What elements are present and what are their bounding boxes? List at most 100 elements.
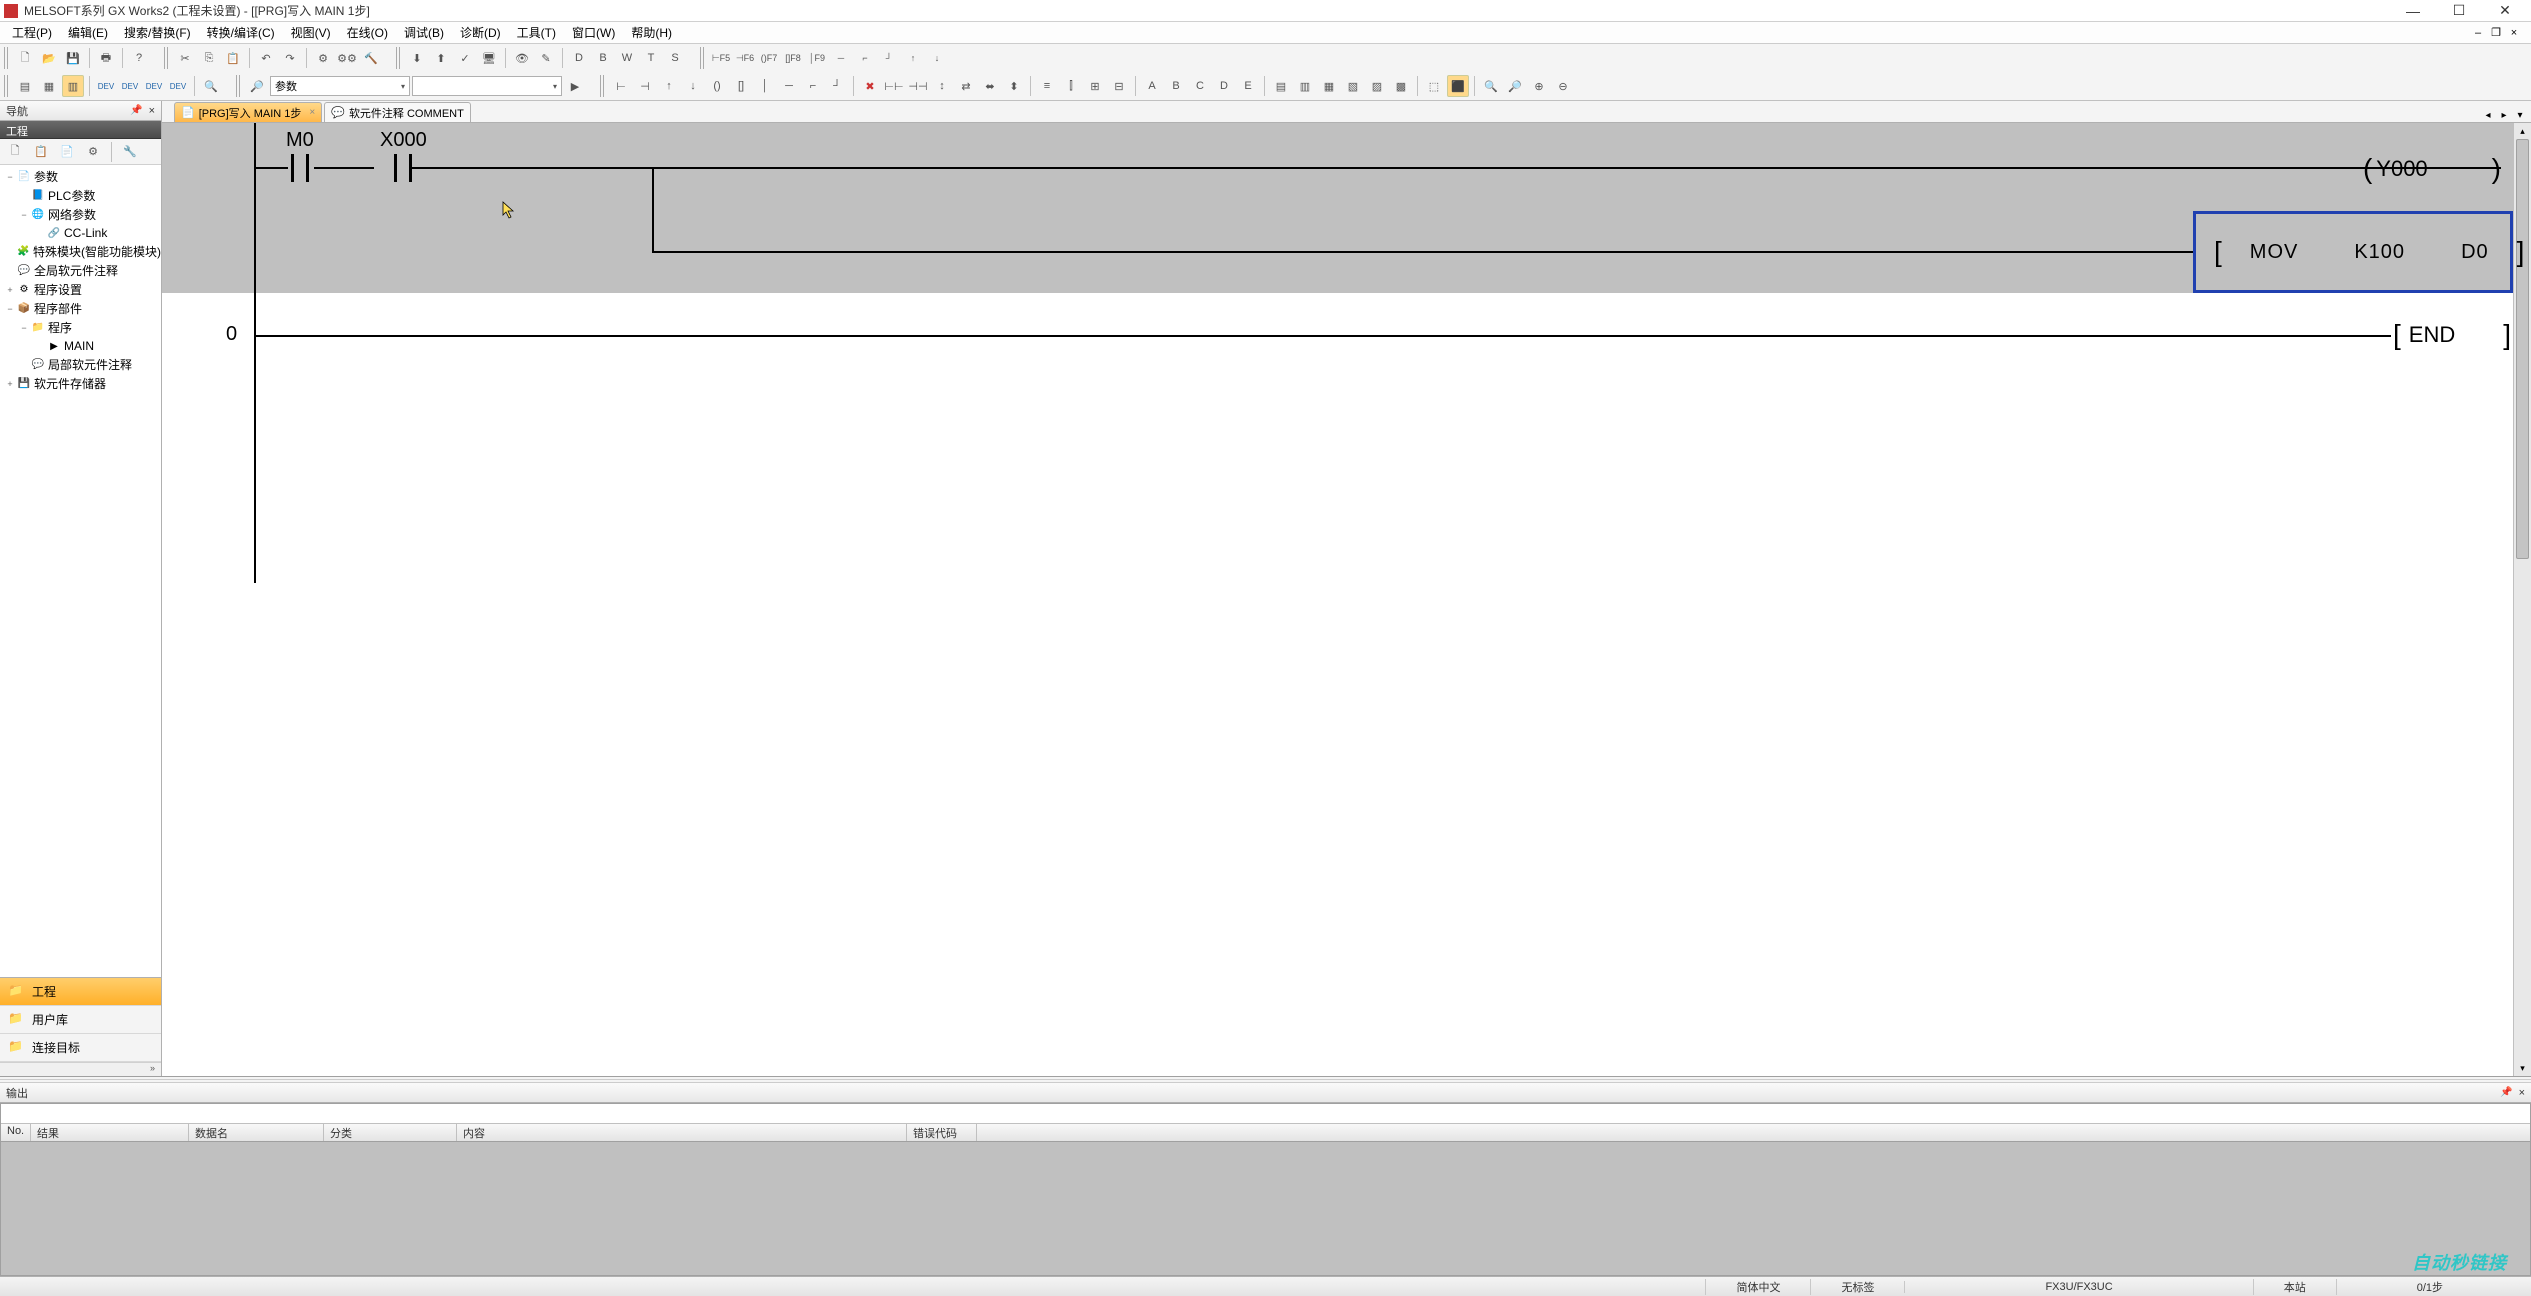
le-icon[interactable]: []: [730, 75, 752, 97]
output-column-header[interactable]: 数据名: [189, 1124, 324, 1141]
le-icon[interactable]: E: [1237, 75, 1259, 97]
le-icon[interactable]: ✖: [859, 75, 881, 97]
toolbar-grip[interactable]: [396, 47, 401, 69]
le-icon[interactable]: ⬍: [1003, 75, 1025, 97]
le-icon[interactable]: ⊕: [1528, 75, 1550, 97]
menu-project[interactable]: 工程(P): [4, 22, 60, 43]
le-icon[interactable]: ⫿: [1060, 75, 1082, 97]
compile-icon[interactable]: ⚙: [312, 47, 334, 69]
le-icon[interactable]: ⊟: [1108, 75, 1130, 97]
le-icon[interactable]: ↓: [682, 75, 704, 97]
tree-item[interactable]: 🧩特殊模块(智能功能模块): [0, 242, 161, 261]
project-tree[interactable]: −📄参数📘PLC参数−🌐网络参数🔗CC-Link🧩特殊模块(智能功能模块)💬全局…: [0, 165, 161, 977]
tree-item[interactable]: ▶MAIN: [0, 337, 161, 355]
mdi-minimize-icon[interactable]: –: [2471, 26, 2485, 40]
le-icon[interactable]: ⬚: [1423, 75, 1445, 97]
mdi-close-icon[interactable]: ×: [2507, 26, 2521, 40]
ladder-sf8-icon[interactable]: ↓: [926, 47, 948, 69]
tree-item[interactable]: 💬局部软元件注释: [0, 355, 161, 374]
ladder-f5-icon[interactable]: ⊢F5: [710, 47, 732, 69]
le-icon[interactable]: C: [1189, 75, 1211, 97]
menu-help[interactable]: 帮助(H): [623, 22, 680, 43]
le-icon[interactable]: ▤: [1270, 75, 1292, 97]
sampling-icon[interactable]: S: [664, 47, 686, 69]
dev1-icon[interactable]: DEV: [95, 75, 117, 97]
tree-item[interactable]: 💬全局软元件注释: [0, 261, 161, 280]
output-content[interactable]: [1, 1142, 2530, 1275]
le-icon[interactable]: ─: [778, 75, 800, 97]
go-icon[interactable]: ▶: [564, 75, 586, 97]
pin-icon[interactable]: 📌: [2500, 1087, 2512, 1098]
le-icon[interactable]: ↕: [931, 75, 953, 97]
tree-expand-icon[interactable]: +: [4, 285, 16, 295]
search-field[interactable]: ▾: [412, 76, 562, 96]
save-icon[interactable]: 💾: [62, 47, 84, 69]
le-icon[interactable]: (): [706, 75, 728, 97]
scroll-thumb[interactable]: [2516, 139, 2529, 559]
output-column-header[interactable]: 结果: [31, 1124, 189, 1141]
tree-item[interactable]: −📁程序: [0, 318, 161, 337]
toolbar-grip[interactable]: [4, 75, 9, 97]
verify-icon[interactable]: ✓: [454, 47, 476, 69]
new-icon[interactable]: 🗋: [14, 47, 36, 69]
dev3-icon[interactable]: DEV: [143, 75, 165, 97]
print-icon[interactable]: 🖶: [95, 47, 117, 69]
help-icon[interactable]: ?: [128, 47, 150, 69]
le-icon[interactable]: D: [1213, 75, 1235, 97]
le-icon[interactable]: ▨: [1366, 75, 1388, 97]
tree-item[interactable]: −🌐网络参数: [0, 205, 161, 224]
tree-item[interactable]: +💾软元件存储器: [0, 374, 161, 393]
tab-close-icon[interactable]: ×: [309, 107, 315, 118]
nav-tb-icon[interactable]: 📄: [56, 141, 78, 163]
toolbar-grip[interactable]: [164, 47, 169, 69]
tree-expand-icon[interactable]: −: [18, 323, 30, 333]
editor-tab-comment[interactable]: 💬 软元件注释 COMMENT: [324, 102, 471, 122]
toolbar-grip[interactable]: [4, 47, 9, 69]
le-icon[interactable]: ⊢⊢: [883, 75, 905, 97]
le-icon[interactable]: ▥: [1294, 75, 1316, 97]
tree-item[interactable]: −📄参数: [0, 167, 161, 186]
ladder-editor[interactable]: M0 X000 ( Y000 ) [ MOV: [162, 123, 2531, 1076]
menu-debug[interactable]: 调试(B): [396, 22, 452, 43]
nav-tb-icon[interactable]: 📋: [30, 141, 52, 163]
le-icon[interactable]: A: [1141, 75, 1163, 97]
read-plc-icon[interactable]: ⬆: [430, 47, 452, 69]
le-icon[interactable]: ▩: [1390, 75, 1412, 97]
nav-tb-icon[interactable]: ⚙: [82, 141, 104, 163]
nav-tb-icon[interactable]: 🔧: [119, 141, 141, 163]
le-icon[interactable]: ⊣: [634, 75, 656, 97]
le-icon[interactable]: ▧: [1342, 75, 1364, 97]
build-icon[interactable]: 🔨: [360, 47, 382, 69]
le-icon[interactable]: ⊢: [610, 75, 632, 97]
write-plc-icon[interactable]: ⬇: [406, 47, 428, 69]
le-icon[interactable]: ⇄: [955, 75, 977, 97]
le-icon[interactable]: ↑: [658, 75, 680, 97]
mdi-restore-icon[interactable]: ❐: [2489, 26, 2503, 40]
nav-tab[interactable]: 📁用户库: [0, 1006, 161, 1034]
close-icon[interactable]: ×: [2519, 1087, 2525, 1099]
copy-icon[interactable]: ⎘: [198, 47, 220, 69]
ladder-f8-icon[interactable]: []F8: [782, 47, 804, 69]
le-icon[interactable]: ⌐: [802, 75, 824, 97]
tree-expand-icon[interactable]: −: [18, 210, 30, 220]
zoom-icon[interactable]: 🔍: [200, 75, 222, 97]
find-icon[interactable]: 🔎: [246, 75, 268, 97]
redo-icon[interactable]: ↷: [279, 47, 301, 69]
output-column-header[interactable]: No.: [1, 1124, 31, 1141]
element-icon[interactable]: ▦: [38, 75, 60, 97]
tab-list-icon[interactable]: ▾: [2513, 108, 2527, 122]
le-icon[interactable]: ⬌: [979, 75, 1001, 97]
tab-prev-icon[interactable]: ◂: [2481, 108, 2495, 122]
le-icon[interactable]: ▦: [1318, 75, 1340, 97]
cut-icon[interactable]: ✂: [174, 47, 196, 69]
ladder-contact-m0[interactable]: M0: [286, 129, 314, 182]
le-icon[interactable]: B: [1165, 75, 1187, 97]
menu-online[interactable]: 在线(O): [339, 22, 396, 43]
menu-edit[interactable]: 编辑(E): [60, 22, 116, 43]
tree-expand-icon[interactable]: +: [4, 379, 16, 389]
cross-ref-icon[interactable]: ▥: [62, 75, 84, 97]
ladder-f6-icon[interactable]: ⊣F6: [734, 47, 756, 69]
open-icon[interactable]: 📂: [38, 47, 60, 69]
toolbar-grip[interactable]: [600, 75, 605, 97]
device-icon[interactable]: D: [568, 47, 590, 69]
